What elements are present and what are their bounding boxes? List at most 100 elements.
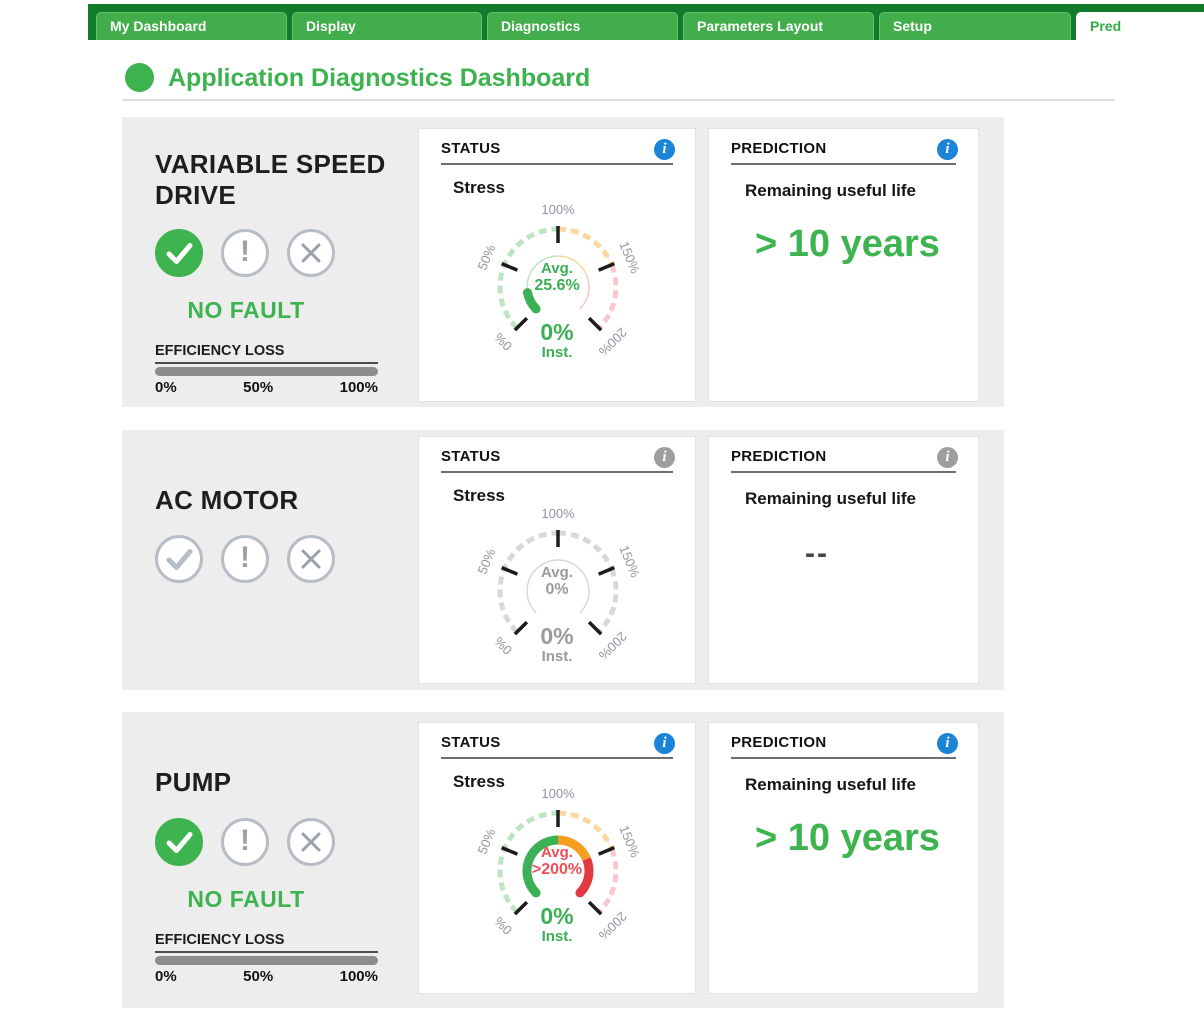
efficiency-bar [155,956,378,965]
prediction-card: PREDICTION i Remaining useful life -- [708,436,979,684]
svg-text:100%: 100% [541,786,575,801]
top-navigation-bar: My Dashboard Display Diagnostics Paramet… [88,4,1204,40]
stress-gauge: 0%50%100%150%200% Avg. 0% 0% Inst. [419,437,695,683]
efficiency-tick: 100% [340,968,378,985]
error-status-icon [287,535,335,583]
prediction-value: > 10 years [755,817,940,860]
warning-status-icon: ! [221,535,269,583]
stress-label: Stress [453,178,505,198]
efficiency-tick: 0% [155,379,177,396]
status-card-title: STATUS [441,448,501,465]
ok-status-icon [155,229,203,277]
remaining-life-label: Remaining useful life [745,489,916,509]
device-title: AC MOTOR [155,485,417,516]
gauge-instant: 0% Inst. [419,904,695,945]
prediction-card-title: PREDICTION [731,140,827,157]
warning-status-icon: ! [221,229,269,277]
card-divider [731,163,956,165]
x-icon [300,831,322,853]
stress-gauge-dial: 0%50%100%150%200% [419,723,697,975]
gauge-instant-label: Inst. [419,648,695,665]
svg-text:200%: 200% [595,629,629,663]
efficiency-label: EFFICIENCY LOSS [155,343,378,364]
svg-text:150%: 150% [616,543,643,580]
gauge-average-value: >200% [419,861,695,878]
svg-text:200%: 200% [595,325,629,359]
device-panel-ac-motor: AC MOTOR ! STATUS i Stress 0%50%100%150%… [122,430,1004,690]
stress-gauge: 0%50%100%150%200% Avg. >200% 0% Inst. [419,723,695,993]
info-icon[interactable]: i [937,139,958,160]
efficiency-tick: 100% [340,379,378,396]
gauge-average-label: Avg. [419,564,695,581]
prediction-card-title: PREDICTION [731,448,827,465]
stress-label: Stress [453,486,505,506]
remaining-life-label: Remaining useful life [745,181,916,201]
page-title: Application Diagnostics Dashboard [168,64,590,93]
info-icon[interactable]: i [937,733,958,754]
prediction-value: -- [805,537,829,571]
prediction-card: PREDICTION i Remaining useful life > 10 … [708,128,979,402]
exclamation-icon: ! [240,543,250,575]
tab-diagnostics[interactable]: Diagnostics [487,12,678,40]
efficiency-section: EFFICIENCY LOSS 0% 50% 100% [155,932,378,985]
info-icon[interactable]: i [654,733,675,754]
prediction-card-title: PREDICTION [731,734,827,751]
ok-status-icon [155,535,203,583]
tab-display[interactable]: Display [292,12,482,40]
gauge-average: Avg. >200% [419,844,695,878]
exclamation-icon: ! [240,826,250,858]
tab-setup[interactable]: Setup [879,12,1071,40]
fault-status-icons: ! [155,818,335,866]
stress-gauge-dial: 0%50%100%150%200% [419,129,697,389]
efficiency-tick: 50% [243,968,273,985]
card-divider [441,471,673,473]
efficiency-section: EFFICIENCY LOSS 0% 50% 100% [155,343,378,396]
svg-text:150%: 150% [616,823,643,860]
x-icon [300,548,322,570]
warning-status-icon: ! [221,818,269,866]
svg-text:200%: 200% [595,909,629,943]
gauge-instant: 0% Inst. [419,320,695,361]
efficiency-scale: 0% 50% 100% [155,379,378,396]
ok-status-icon [155,818,203,866]
card-divider [441,163,673,165]
fault-status-icons: ! [155,535,335,583]
svg-text:0%: 0% [491,330,515,354]
gauge-average-label: Avg. [419,844,695,861]
info-icon[interactable]: i [654,447,675,468]
svg-text:150%: 150% [616,239,643,276]
gauge-instant-value: 0% [419,624,695,648]
tab-parameters-layout[interactable]: Parameters Layout [683,12,874,40]
status-card: STATUS i Stress 0%50%100%150%200% Avg. 2… [418,128,696,402]
stress-gauge: 0%50%100%150%200% Avg. 25.6% 0% Inst. [419,129,695,401]
fault-status: NO FAULT [155,886,337,913]
svg-text:50%: 50% [474,546,498,576]
efficiency-tick: 0% [155,968,177,985]
remaining-life-label: Remaining useful life [745,775,916,795]
gauge-instant-label: Inst. [419,928,695,945]
tab-bar: My Dashboard Display Diagnostics Paramet… [96,12,1204,40]
gauge-average-value: 0% [419,581,695,598]
fault-status: NO FAULT [155,297,337,324]
title-dot-icon [125,63,154,92]
efficiency-scale: 0% 50% 100% [155,968,378,985]
tab-prediction[interactable]: Pred [1076,12,1204,40]
efficiency-tick: 50% [243,379,273,396]
gauge-average-value: 25.6% [419,277,695,294]
device-title: VARIABLE SPEED DRIVE [155,149,417,211]
efficiency-label: EFFICIENCY LOSS [155,932,378,953]
svg-text:0%: 0% [491,914,515,938]
gauge-average: Avg. 25.6% [419,260,695,294]
stress-label: Stress [453,772,505,792]
device-title: PUMP [155,767,417,798]
prediction-card: PREDICTION i Remaining useful life > 10 … [708,722,979,994]
info-icon[interactable]: i [937,447,958,468]
gauge-instant-value: 0% [419,320,695,344]
tab-my-dashboard[interactable]: My Dashboard [96,12,287,40]
error-status-icon [287,229,335,277]
info-icon[interactable]: i [654,139,675,160]
card-divider [441,757,673,759]
gauge-average: Avg. 0% [419,564,695,598]
status-card-title: STATUS [441,734,501,751]
gauge-instant-label: Inst. [419,344,695,361]
